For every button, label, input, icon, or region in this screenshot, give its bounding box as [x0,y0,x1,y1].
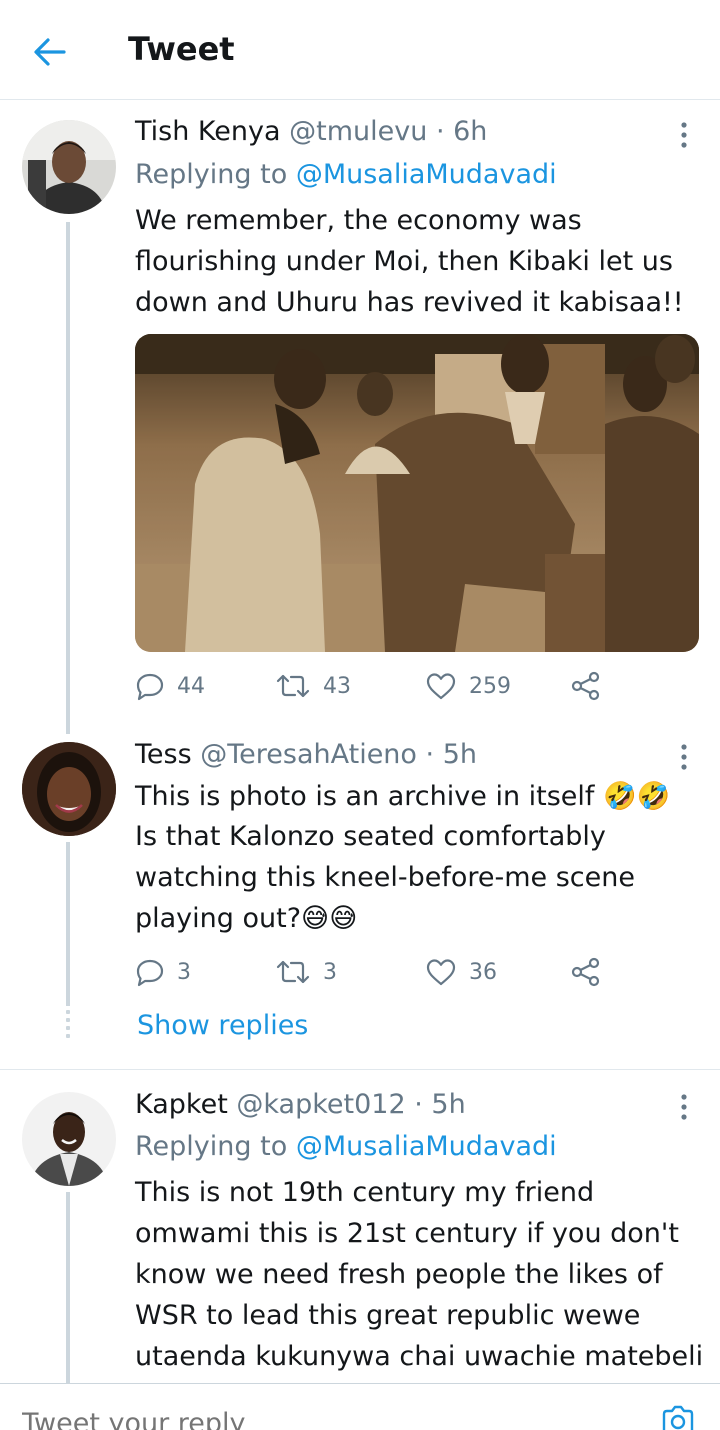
replying-mention[interactable]: @MusaliaMudavadi [296,1131,557,1162]
tweet-author-row: Tess @TeresahAtieno · 5h [135,734,477,775]
reply-input[interactable] [22,1408,622,1430]
camera-icon[interactable] [660,1404,696,1430]
author-name[interactable]: Tish Kenya [135,116,281,147]
tweet-text-line: omwami this is 21st century if you don't [135,1218,679,1249]
reply-button[interactable]: 3 [135,954,191,990]
like-count: 36 [469,959,497,985]
like-count: 259 [469,673,511,699]
more-options-icon[interactable] [672,120,696,150]
more-replies-indicator [66,1010,70,1042]
reply-count: 44 [177,673,205,699]
thread-connector [66,1192,70,1383]
tweet-actions: 44 43 259 [135,668,615,704]
tweet-time: · 6h [435,116,488,147]
divider [0,1069,720,1070]
replying-label: Replying to [135,159,288,190]
avatar-kapket[interactable] [22,1092,116,1186]
tweet-author-row: Kapket @kapket012 · 5h [135,1084,466,1125]
tweet-text-line: We remember, the economy was [135,205,582,236]
author-name[interactable]: Tess [135,739,192,770]
tweet-time: · 5h [414,1089,466,1120]
replying-to: Replying to @MusaliaMudavadi [135,154,557,195]
retweet-count: 3 [323,959,337,985]
heart-icon [426,673,456,700]
retweet-count: 43 [323,673,351,699]
avatar-tish-kenya[interactable] [22,120,116,214]
replying-label: Replying to [135,1131,288,1162]
avatar-tess[interactable] [22,742,116,836]
thread-connector [66,222,70,734]
thread-connector [66,842,70,1006]
heart-icon [426,959,456,986]
back-arrow-icon[interactable] [30,34,70,70]
share-icon [571,957,600,987]
more-options-icon[interactable] [672,742,696,772]
retweet-icon [276,960,310,984]
page-title: Tweet [128,30,235,68]
reply-icon [136,673,164,701]
tweet-text-line: This is not 19th century my friend [135,1177,595,1208]
replying-mention[interactable]: @MusaliaMudavadi [296,159,557,190]
author-handle[interactable]: @kapket012 [236,1089,405,1120]
tweet-text-line: playing out?😅😅 [135,903,358,934]
author-handle[interactable]: @tmulevu [289,116,427,147]
show-replies-link[interactable]: Show replies [137,1010,308,1041]
author-name[interactable]: Kapket [135,1089,228,1120]
retweet-icon [276,674,310,698]
tweet-text-line: flourishing under Moi, then Kibaki let u… [135,246,673,277]
like-button[interactable]: 259 [425,668,511,704]
tweet-text-line: Is that Kalonzo seated comfortably [135,821,606,852]
retweet-button[interactable]: 43 [275,668,351,704]
reply-composer [0,1383,720,1430]
reply-icon [136,959,164,987]
retweet-button[interactable]: 3 [275,954,337,990]
tweet-text-line: watching this kneel-before-me scene [135,862,635,893]
share-button[interactable] [570,668,602,704]
replying-to: Replying to @MusaliaMudavadi [135,1126,557,1167]
tweet-text-line: WSR to lead this great republic wewe [135,1300,641,1331]
author-handle[interactable]: @TeresahAtieno [200,739,417,770]
share-icon [571,671,600,701]
tweet-text-line: down and Uhuru has revived it kabisaa!! [135,287,684,318]
tweet-photo[interactable] [135,334,699,652]
top-bar: Tweet [0,0,720,100]
tweet-text-line: know we need fresh people the likes of [135,1259,663,1290]
tweet-author-row: Tish Kenya @tmulevu · 6h [135,111,487,152]
tweet-text-line: utaenda kukunywa chai uwachie matebeli [135,1341,704,1372]
tweet-text-line: This is photo is an archive in itself 🤣🤣 [135,781,671,812]
like-button[interactable]: 36 [425,954,497,990]
tweet-actions: 3 3 36 [135,954,615,990]
reply-count: 3 [177,959,191,985]
share-button[interactable] [570,954,602,990]
tweet-time: · 5h [425,739,477,770]
more-options-icon[interactable] [672,1092,696,1122]
reply-button[interactable]: 44 [135,668,205,704]
